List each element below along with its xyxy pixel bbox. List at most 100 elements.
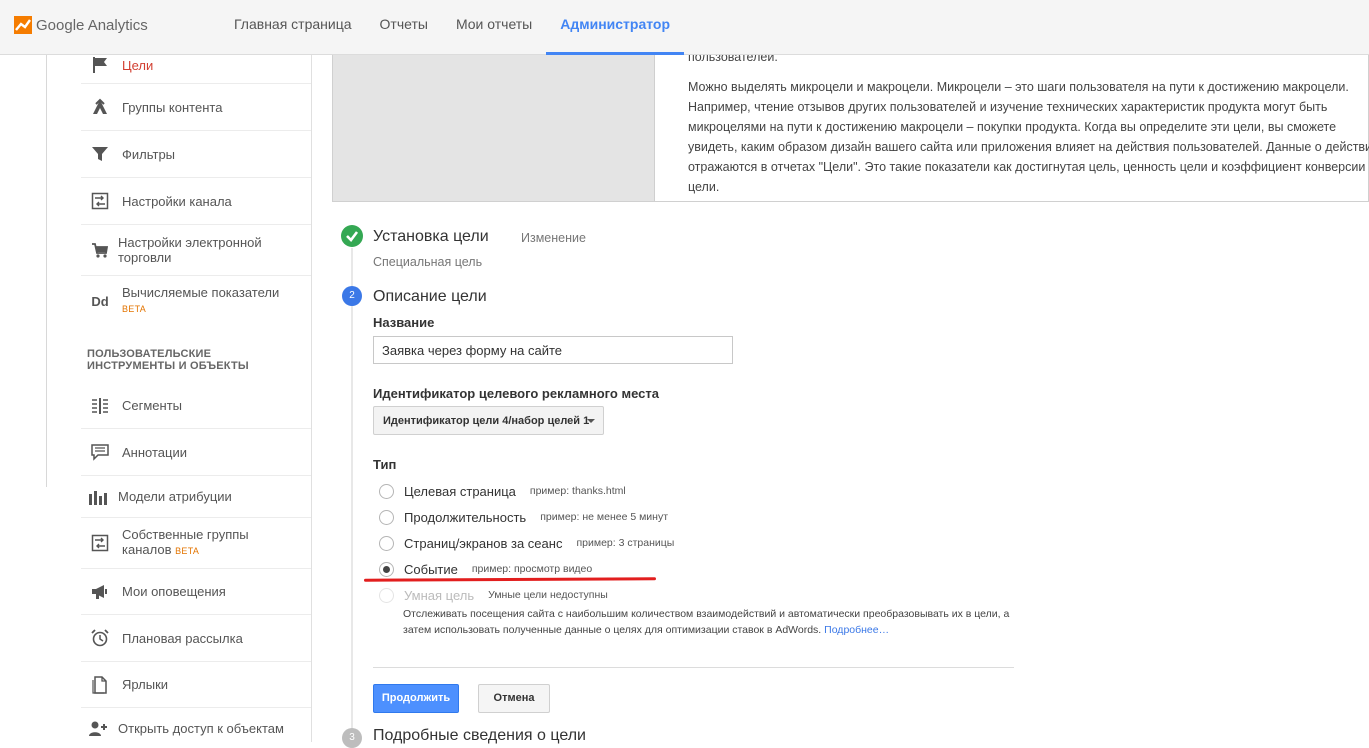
step3-title: Подробные сведения о цели [373, 727, 586, 744]
goal-type-option[interactable]: Страниц/экранов за сеанс пример: 3 стран… [379, 534, 674, 552]
step1-subtitle: Специальная цель [373, 255, 483, 269]
megaphone-icon [90, 582, 110, 602]
radio-button[interactable] [379, 483, 394, 499]
radio-button-disabled [379, 587, 394, 603]
info-line: микроцелями на пути к достижению макроце… [688, 120, 1337, 134]
cancel-button[interactable]: Отмена [478, 684, 550, 713]
sidebar-item-label: Вычисляемые показатели BETA [122, 285, 279, 317]
sidebar-item-label: Аннотации [122, 444, 187, 460]
goal-type-option[interactable]: Продолжительность пример: не менее 5 мин… [379, 508, 668, 526]
nav-reports[interactable]: Отчеты [366, 0, 442, 55]
info-line: Например, чтение отзывов других пользова… [688, 100, 1328, 114]
info-line: Можно выделять микроцели и макроцели. Ми… [688, 80, 1349, 94]
sidebar-item-label: Сегменты [122, 398, 183, 413]
alarm-clock-icon [90, 628, 110, 648]
goal-name-label: Название [373, 315, 435, 330]
goal-type-hint: пример: 3 страницы [576, 537, 675, 549]
section-divider [373, 667, 1014, 668]
info-line: увидеть, каким образом дизайн вашего сай… [688, 140, 1369, 154]
logo-text: Google Analytics [36, 16, 148, 34]
step2-number: 2 [342, 286, 362, 306]
goal-type-label: Умная цель [404, 587, 475, 603]
bar-chart-icon [88, 487, 108, 507]
channel-settings-icon [90, 191, 110, 211]
sidebar-item-scheduled-emails[interactable]: Плановая рассылка [81, 615, 311, 662]
sidebar-item-label: Настройки электронной торговли [118, 235, 262, 265]
segments-icon [90, 396, 110, 416]
step1-edit-link[interactable]: Изменение [521, 231, 586, 245]
sidebar-item-ecommerce[interactable]: Настройки электронной торговли [81, 225, 311, 276]
continue-button[interactable]: Продолжить [373, 684, 459, 713]
goal-slot-select[interactable]: Идентификатор цели 4/набор целей 1 [373, 406, 604, 435]
flag-icon [90, 55, 110, 75]
nav-home[interactable]: Главная страница [220, 0, 366, 55]
top-bar: Google Analytics Главная страница Отчеты… [0, 0, 1369, 55]
content-group-icon [90, 97, 110, 117]
logo[interactable]: Google Analytics [14, 14, 148, 36]
channel-group-icon [90, 533, 110, 553]
info-illustration [333, 55, 655, 201]
sidebar-item-label: Цели [122, 57, 154, 73]
sidebar-item-label: Модели атрибуции [118, 489, 232, 504]
info-text: пользователей. Можно выделять микроцели … [688, 55, 1369, 201]
share-user-icon [88, 718, 108, 738]
sidebar-item-content-groups[interactable]: Группы контента [81, 84, 311, 131]
dd-icon: Dd [91, 293, 109, 309]
info-line: цели. [688, 180, 720, 194]
goal-type-hint: пример: не менее 5 минут [540, 511, 669, 523]
sidebar-item-label: Ярлыки [122, 677, 169, 692]
radio-button[interactable] [379, 509, 394, 525]
goal-type-hint: пример: просмотр видео [471, 563, 593, 575]
sidebar-item-calculated-metrics[interactable]: Dd Вычисляемые показатели BETA [81, 276, 311, 326]
sidebar-section-title: ПОЛЬЗОВАТЕЛЬСКИЕ ИНСТРУМЕНТЫ И ОБЪЕКТЫ [87, 348, 249, 372]
annotation-icon [90, 442, 110, 462]
goal-type-hint: пример: thanks.html [529, 485, 626, 497]
shortcut-icon [90, 675, 110, 695]
goal-type-option-selected[interactable]: Событие пример: просмотр видео [379, 560, 592, 578]
step1-title: Установка цели [373, 228, 489, 245]
goal-type-label: Целевая страница [404, 483, 516, 499]
sidebar-item-segments[interactable]: Сегменты [81, 383, 311, 429]
sidebar-item-label: Группы контента [122, 99, 223, 115]
step3-number: 3 [342, 728, 362, 748]
sidebar-item-label: Фильтры [122, 146, 176, 162]
sidebar-item-label: Мои оповещения [122, 584, 226, 599]
goal-name-input[interactable] [373, 336, 733, 364]
nav-my-reports[interactable]: Мои отчеты [442, 0, 546, 55]
sidebar-item-attribution[interactable]: Модели атрибуции [81, 476, 311, 518]
sidebar-item-alerts[interactable]: Мои оповещения [81, 569, 311, 615]
sidebar-item-annotations[interactable]: Аннотации [81, 429, 311, 476]
sidebar-item-label: Собственные группы каналов BETA [122, 527, 272, 559]
goal-type-option[interactable]: Целевая страница пример: thanks.html [379, 482, 626, 500]
goal-info-panel: пользователей. Можно выделять микроцели … [332, 55, 1369, 202]
chevron-down-icon [587, 419, 595, 423]
beta-badge: BETA [122, 304, 147, 314]
info-clipped-line: пользователей. [688, 55, 778, 64]
goal-type-label: Продолжительность [404, 509, 527, 525]
step2-title: Описание цели [373, 288, 487, 305]
learn-more-link[interactable]: Подробнее… [824, 624, 889, 636]
radio-button[interactable] [379, 535, 394, 551]
sidebar-item-label: Открыть доступ к объектам [118, 720, 284, 736]
nav-admin[interactable]: Администратор [546, 0, 685, 55]
goal-type-label: Событие [404, 561, 458, 577]
smart-goal-description: Отслеживать посещения сайта с наибольшим… [403, 606, 1013, 638]
sidebar-item-label: Плановая рассылка [122, 630, 243, 646]
cart-icon [90, 240, 110, 260]
info-paragraph: Можно выделять микроцели и макроцели. Ми… [688, 77, 1369, 197]
goal-type-option-disabled: Умная цель Умные цели недоступны [379, 586, 608, 604]
sidebar-item-share-assets[interactable]: Открыть доступ к объектам [81, 708, 311, 748]
sidebar-item-shortcuts[interactable]: Ярлыки [81, 662, 311, 708]
sidebar-item-filters[interactable]: Фильтры [81, 131, 311, 178]
sidebar-item-channel-groups[interactable]: Собственные группы каналов BETA [81, 518, 311, 569]
filter-icon [90, 144, 110, 164]
step-complete-check-icon [341, 225, 363, 247]
goal-type-label: Страниц/экранов за сеанс [404, 535, 563, 551]
calculated-metrics-label: Вычисляемые показатели [122, 285, 280, 300]
admin-sidebar: Цели Группы контента Фильтры Настройки к… [81, 55, 312, 742]
radio-button-checked[interactable] [379, 561, 394, 577]
goal-type-label: Тип [373, 457, 397, 472]
info-line: отражаются в отчетах "Цели". Это такие п… [688, 160, 1366, 174]
goal-type-hint: Умные цели недоступны [488, 589, 608, 601]
sidebar-item-channel-settings[interactable]: Настройки канала [81, 178, 311, 225]
